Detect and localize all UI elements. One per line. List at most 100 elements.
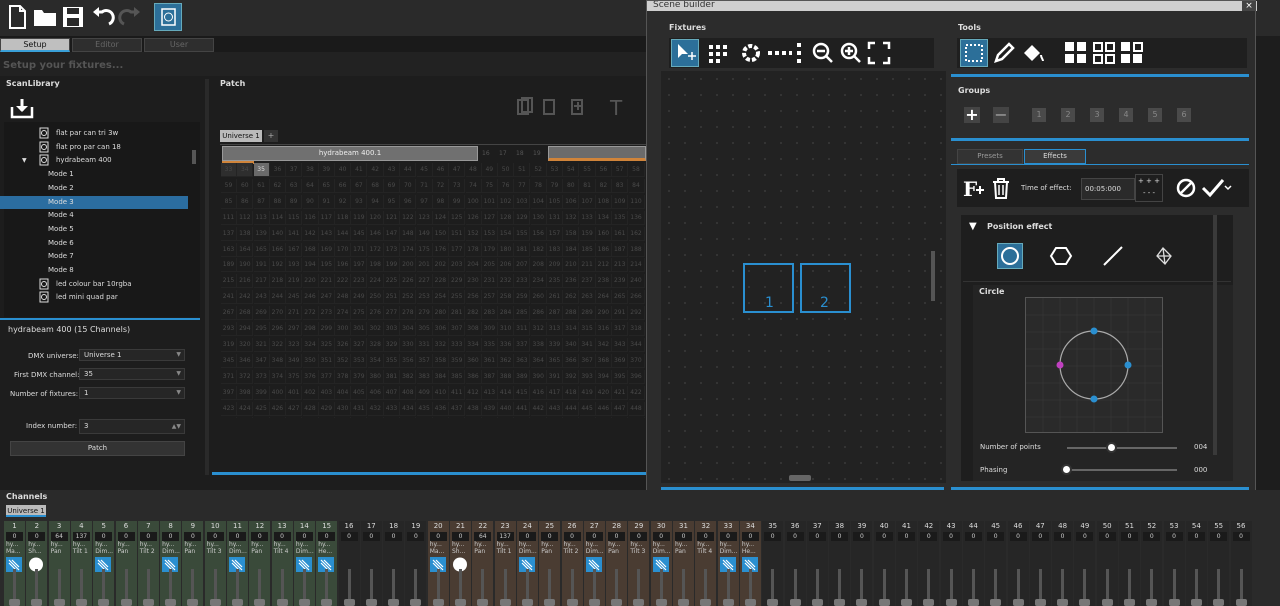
patch-cell[interactable]: 273 [318, 306, 335, 321]
fader-handle[interactable] [856, 599, 868, 606]
patch-cell[interactable]: 338 [530, 337, 547, 352]
patch-cell[interactable]: 208 [530, 258, 547, 273]
patch-cell[interactable]: 287 [547, 306, 563, 321]
patch-cell[interactable]: 388 [498, 369, 515, 384]
fixture-box-1[interactable]: 1 [743, 263, 794, 313]
patch-cell[interactable]: 312 [530, 322, 547, 336]
patch-cell[interactable]: 47 [449, 163, 466, 177]
patch-cell[interactable]: 154 [498, 226, 515, 241]
patch-cell[interactable]: 275 [351, 306, 368, 321]
channel-value[interactable]: 64 [50, 532, 68, 541]
patch-cell[interactable]: 87 [253, 194, 270, 209]
patch-cell[interactable]: 391 [547, 369, 563, 384]
patch-cell[interactable]: 110 [628, 194, 645, 209]
patch-cell[interactable]: 438 [465, 401, 482, 416]
layout-outline-icon[interactable] [1092, 41, 1116, 65]
channel-value[interactable]: 0 [1143, 532, 1161, 541]
patch-cell[interactable]: 439 [481, 401, 498, 416]
patch-cell[interactable]: 178 [465, 242, 482, 257]
patch-cell[interactable]: 66 [335, 178, 352, 193]
channel-value[interactable]: 0 [920, 532, 938, 541]
patch-cell[interactable]: 46 [432, 163, 449, 177]
channel-value[interactable]: 0 [95, 532, 113, 541]
column-layout-icon[interactable] [794, 41, 804, 65]
patch-cell[interactable]: 281 [449, 306, 466, 321]
channel-value[interactable]: 0 [1121, 532, 1138, 541]
patch-cell[interactable]: 450 [237, 417, 254, 418]
channel-value[interactable]: 0 [764, 532, 782, 541]
library-fixture-item[interactable]: ▼ hydrabeam 400 [0, 154, 188, 167]
patch-cell[interactable]: 49 [481, 163, 498, 177]
patch-cell[interactable]: 306 [432, 322, 449, 336]
patch-cell[interactable]: 151 [449, 226, 466, 241]
patch-cell[interactable]: 142 [302, 226, 319, 241]
patch-cell[interactable]: 392 [563, 369, 580, 384]
patch-cell[interactable]: 352 [335, 353, 352, 368]
fader-handle[interactable] [923, 599, 935, 606]
channel-value[interactable]: 0 [875, 532, 893, 541]
patch-cell[interactable]: 147 [384, 226, 400, 241]
patch-cell[interactable]: 393 [579, 369, 596, 384]
save-icon[interactable] [60, 4, 86, 30]
patch-cell[interactable]: 442 [530, 401, 547, 416]
patch-cell[interactable]: 300 [335, 322, 352, 336]
fader-handle[interactable] [1146, 599, 1158, 606]
patch-cell[interactable]: 432 [367, 401, 384, 416]
patch-cell[interactable]: 372 [237, 369, 254, 384]
patch-cell[interactable]: 407 [384, 385, 400, 400]
fader-handle[interactable] [53, 599, 65, 606]
effect-scrollbar[interactable] [1213, 215, 1217, 455]
channel-value[interactable]: 0 [853, 532, 871, 541]
freeform-shape-icon[interactable] [1153, 244, 1177, 268]
import-icon[interactable] [10, 97, 34, 119]
patch-cell[interactable]: 315 [579, 322, 596, 336]
patch-cell[interactable]: 317 [612, 322, 629, 336]
channel-value[interactable]: 0 [1031, 532, 1049, 541]
patch-cell[interactable]: 51 [514, 163, 531, 177]
patch-cell[interactable]: 258 [498, 290, 515, 305]
patch-cell[interactable]: 463 [449, 417, 466, 418]
fixture-canvas[interactable]: 1 2 [661, 71, 946, 483]
patch-cell[interactable]: 50 [498, 163, 515, 177]
patch-cell[interactable]: 122 [400, 210, 417, 225]
fader-handle[interactable] [209, 599, 221, 606]
patch-cell[interactable]: 75 [481, 178, 498, 193]
patch-cell[interactable]: 96 [400, 194, 417, 209]
patch-cell[interactable]: 309 [481, 322, 498, 336]
patch-cell[interactable]: 120 [367, 210, 384, 225]
patch-cell[interactable]: 203 [449, 258, 466, 273]
patch-grid[interactable]: 33 34 35 36 37 38 39 40 41 42 43 44 45 46 47 48 49 50 51 52… [221, 163, 645, 418]
rect-select-icon[interactable] [960, 39, 988, 67]
channel-value[interactable]: 0 [518, 532, 536, 541]
patch-cell[interactable]: 308 [465, 322, 482, 336]
patch-cell[interactable]: 263 [579, 290, 596, 305]
patch-cell[interactable]: 114 [269, 210, 286, 225]
time-of-effect-input[interactable]: 00:05:000 [1081, 178, 1135, 200]
patch-cell[interactable]: 153 [481, 226, 498, 241]
patch-cell[interactable]: 466 [498, 417, 515, 418]
patch-cell[interactable]: 345 [221, 353, 237, 368]
patch-cell[interactable]: 431 [351, 401, 368, 416]
patch-cell[interactable]: 204 [465, 258, 482, 273]
channel-value[interactable]: 0 [407, 532, 425, 541]
patch-cell[interactable]: 162 [628, 226, 645, 241]
patch-cell[interactable]: 403 [318, 385, 335, 400]
patch-cell[interactable]: 141 [286, 226, 303, 241]
patch-cell[interactable]: 228 [432, 274, 449, 289]
add-effect-icon[interactable]: F [962, 176, 986, 200]
patch-cell[interactable]: 292 [628, 306, 645, 321]
patch-cell[interactable]: 377 [318, 369, 335, 384]
channel-value[interactable]: 0 [429, 532, 447, 541]
channel-value[interactable]: 0 [184, 532, 202, 541]
patch-cell[interactable]: 370 [628, 353, 645, 368]
patch-cell[interactable]: 472 [596, 417, 612, 418]
patch-cell[interactable]: 101 [481, 194, 498, 209]
patch-cell[interactable]: 270 [269, 306, 286, 321]
patch-cell[interactable]: 290 [595, 306, 612, 321]
patch-cell[interactable]: 361 [481, 353, 498, 368]
patch-cell[interactable]: 235 [547, 274, 563, 289]
channel-value[interactable]: 0 [1098, 532, 1116, 541]
group-button[interactable]: 6 [1177, 108, 1191, 122]
patch-cell[interactable]: 232 [498, 274, 515, 289]
patch-cell[interactable]: 105 [547, 194, 563, 209]
